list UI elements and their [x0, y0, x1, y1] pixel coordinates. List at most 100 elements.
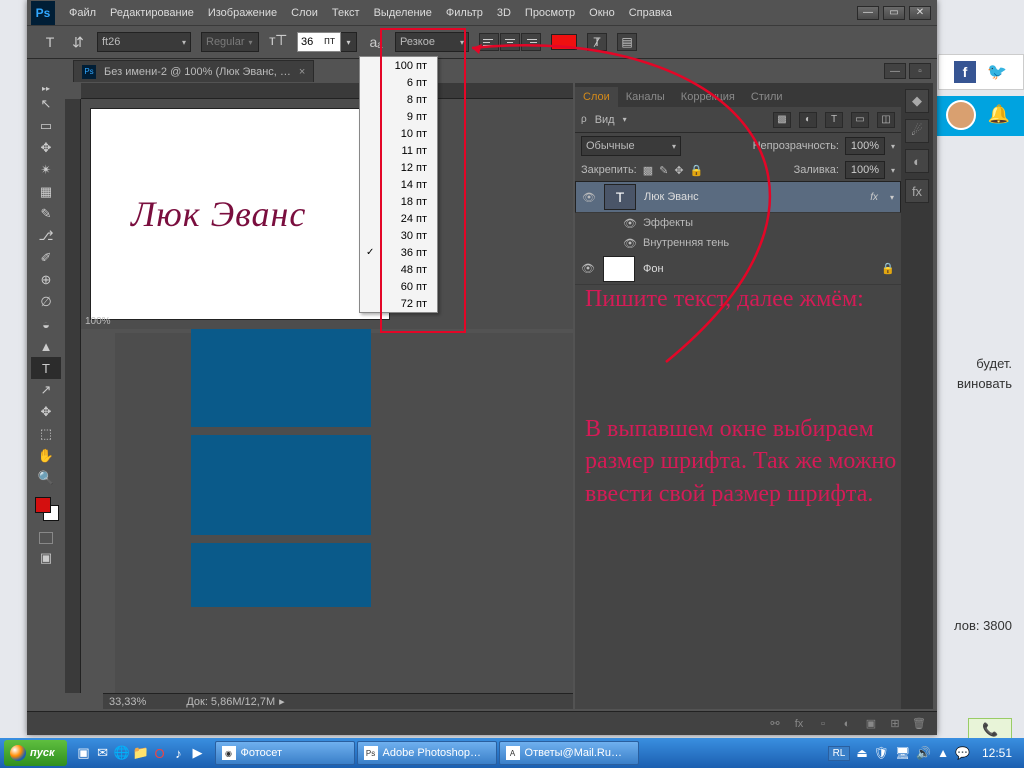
menu-text[interactable]: Текст — [332, 7, 360, 19]
align-center-button[interactable] — [500, 33, 520, 51]
menu-edit[interactable]: Редактирование — [110, 7, 194, 19]
ql-icon[interactable]: ♪ — [170, 742, 188, 764]
size-option[interactable]: 9 пт — [360, 108, 437, 125]
clock[interactable]: 12:51 — [976, 746, 1018, 760]
text-color-swatch[interactable] — [551, 34, 577, 50]
menu-select[interactable]: Выделение — [374, 7, 432, 19]
tray-icon[interactable]: ⏏ — [856, 746, 867, 760]
lock-paint-icon[interactable]: ✎ — [659, 164, 668, 177]
filter-adjust-icon[interactable]: ◐ — [799, 112, 817, 128]
tab-styles[interactable]: Стили — [743, 87, 791, 107]
layer-row[interactable]: 👁 Фон 🔒 — [575, 253, 901, 285]
opacity-input[interactable]: 100% — [845, 137, 885, 155]
size-option[interactable]: 30 пт — [360, 227, 437, 244]
size-option[interactable]: 11 пт — [360, 142, 437, 159]
tool-9[interactable]: ∅ — [31, 291, 61, 313]
menu-help[interactable]: Справка — [629, 7, 672, 19]
filter-smart-icon[interactable]: ◫ — [877, 112, 895, 128]
tray-icon[interactable]: 🔊 — [916, 746, 931, 760]
filter-pixel-icon[interactable]: ▩ — [773, 112, 791, 128]
facebook-icon[interactable]: f — [954, 61, 976, 83]
size-option[interactable]: 14 пт — [360, 176, 437, 193]
link-layers-button[interactable]: ⚯ — [765, 716, 785, 732]
menu-filter[interactable]: Фильтр — [446, 7, 483, 19]
quickmask-button[interactable] — [39, 532, 53, 544]
tab-channels[interactable]: Каналы — [618, 87, 673, 107]
fx-item[interactable]: 👁Внутренняя тень — [575, 233, 901, 253]
tool-17[interactable]: 🔍 — [31, 467, 61, 489]
close-button[interactable]: ✕ — [909, 6, 931, 20]
ql-icon[interactable]: ▶ — [189, 742, 207, 764]
size-option[interactable]: 6 пт — [360, 74, 437, 91]
ql-icon[interactable]: 🌐 — [113, 742, 131, 764]
language-indicator[interactable]: RL — [828, 746, 851, 761]
warp-text-button[interactable]: Ⱦ — [587, 33, 607, 51]
new-layer-button[interactable]: ⊞ — [885, 716, 905, 732]
fx-button[interactable]: fx — [789, 716, 809, 732]
blend-mode-select[interactable]: Обычные▾ — [581, 136, 681, 156]
size-option[interactable]: 8 пт — [360, 91, 437, 108]
tool-1[interactable]: ▭ — [31, 115, 61, 137]
canvas[interactable]: Люк Эванс 100% — [81, 99, 573, 329]
tab-adjustments[interactable]: Коррекция — [673, 87, 743, 107]
menu-3d[interactable]: 3D — [497, 7, 511, 19]
tool-0[interactable]: ↖ — [31, 93, 61, 115]
menu-window[interactable]: Окно — [589, 7, 615, 19]
size-option[interactable]: 36 пт — [360, 244, 437, 261]
maximize-button[interactable]: ▭ — [883, 6, 905, 20]
adjust-icon[interactable]: ◐ — [905, 149, 929, 173]
taskbar-task[interactable]: PsAdobe Photoshop… — [357, 741, 497, 765]
tray-icon[interactable]: 💬 — [955, 746, 970, 760]
tray-icon[interactable]: 🛡 — [874, 746, 889, 760]
layer-row[interactable]: 👁 T Люк Эванс fx ▾ — [575, 181, 901, 213]
taskbar-task[interactable]: ◉Фотосет — [215, 741, 355, 765]
filter-text-icon[interactable]: T — [825, 112, 843, 128]
tool-14[interactable]: ✥ — [31, 401, 61, 423]
start-button[interactable]: пуск — [4, 740, 67, 766]
tool-16[interactable]: ✋ — [31, 445, 61, 467]
antialias-select[interactable]: Резкое▾ — [395, 32, 469, 52]
text-tool-icon[interactable]: T — [41, 33, 59, 51]
menu-view[interactable]: Просмотр — [525, 7, 575, 19]
ql-icon[interactable]: ▣ — [75, 742, 93, 764]
size-option[interactable]: 100 пт — [360, 57, 437, 74]
size-option[interactable]: 72 пт — [360, 295, 437, 312]
size-option[interactable]: 12 пт — [360, 159, 437, 176]
color-icon[interactable]: ☄ — [905, 119, 929, 143]
styles-icon[interactable]: fx — [905, 179, 929, 203]
tool-13[interactable]: ↗ — [31, 379, 61, 401]
close-tab-icon[interactable]: × — [299, 66, 305, 78]
tray-icon[interactable]: ▲ — [937, 746, 949, 760]
font-style-select[interactable]: Regular▾ — [201, 32, 259, 52]
layer-name[interactable]: Люк Эванс — [644, 191, 699, 203]
orientation-toggle-icon[interactable]: ⇵ — [69, 33, 87, 51]
filter-shape-icon[interactable]: ▭ — [851, 112, 869, 128]
minimize-button[interactable]: — — [857, 6, 879, 20]
tool-2[interactable]: ✥ — [31, 137, 61, 159]
adjustment-button[interactable]: ◐ — [837, 716, 857, 732]
size-option[interactable]: 18 пт — [360, 193, 437, 210]
tool-15[interactable]: ⬚ — [31, 423, 61, 445]
fx-group[interactable]: 👁Эффекты — [575, 213, 901, 233]
screenmode-button[interactable]: ▣ — [31, 547, 61, 569]
ql-icon[interactable]: 📁 — [132, 742, 150, 764]
twitter-icon[interactable]: 🐦 — [986, 61, 1008, 83]
tray-icon[interactable]: 🖥 — [895, 746, 910, 760]
swatches-icon[interactable]: ◆ — [905, 89, 929, 113]
tool-12[interactable]: T — [31, 357, 61, 379]
tool-11[interactable]: ▲ — [31, 335, 61, 357]
ql-icon[interactable]: O — [151, 742, 169, 764]
menu-layers[interactable]: Слои — [291, 7, 318, 19]
font-size-dropdown[interactable]: 100 пт6 пт8 пт9 пт10 пт11 пт12 пт14 пт18… — [359, 56, 438, 313]
ql-icon[interactable]: ✉ — [94, 742, 112, 764]
layer-name[interactable]: Фон — [643, 263, 664, 275]
fill-input[interactable]: 100% — [845, 161, 885, 179]
visibility-icon[interactable]: 👁 — [582, 191, 596, 204]
lock-position-icon[interactable]: ✥ — [674, 164, 683, 177]
tab-float-button[interactable]: ▫ — [909, 63, 931, 79]
group-button[interactable]: ▣ — [861, 716, 881, 732]
fx-badge[interactable]: fx — [870, 192, 878, 203]
tool-7[interactable]: ✐ — [31, 247, 61, 269]
menu-image[interactable]: Изображение — [208, 7, 277, 19]
character-panel-button[interactable]: ▤ — [617, 33, 637, 51]
